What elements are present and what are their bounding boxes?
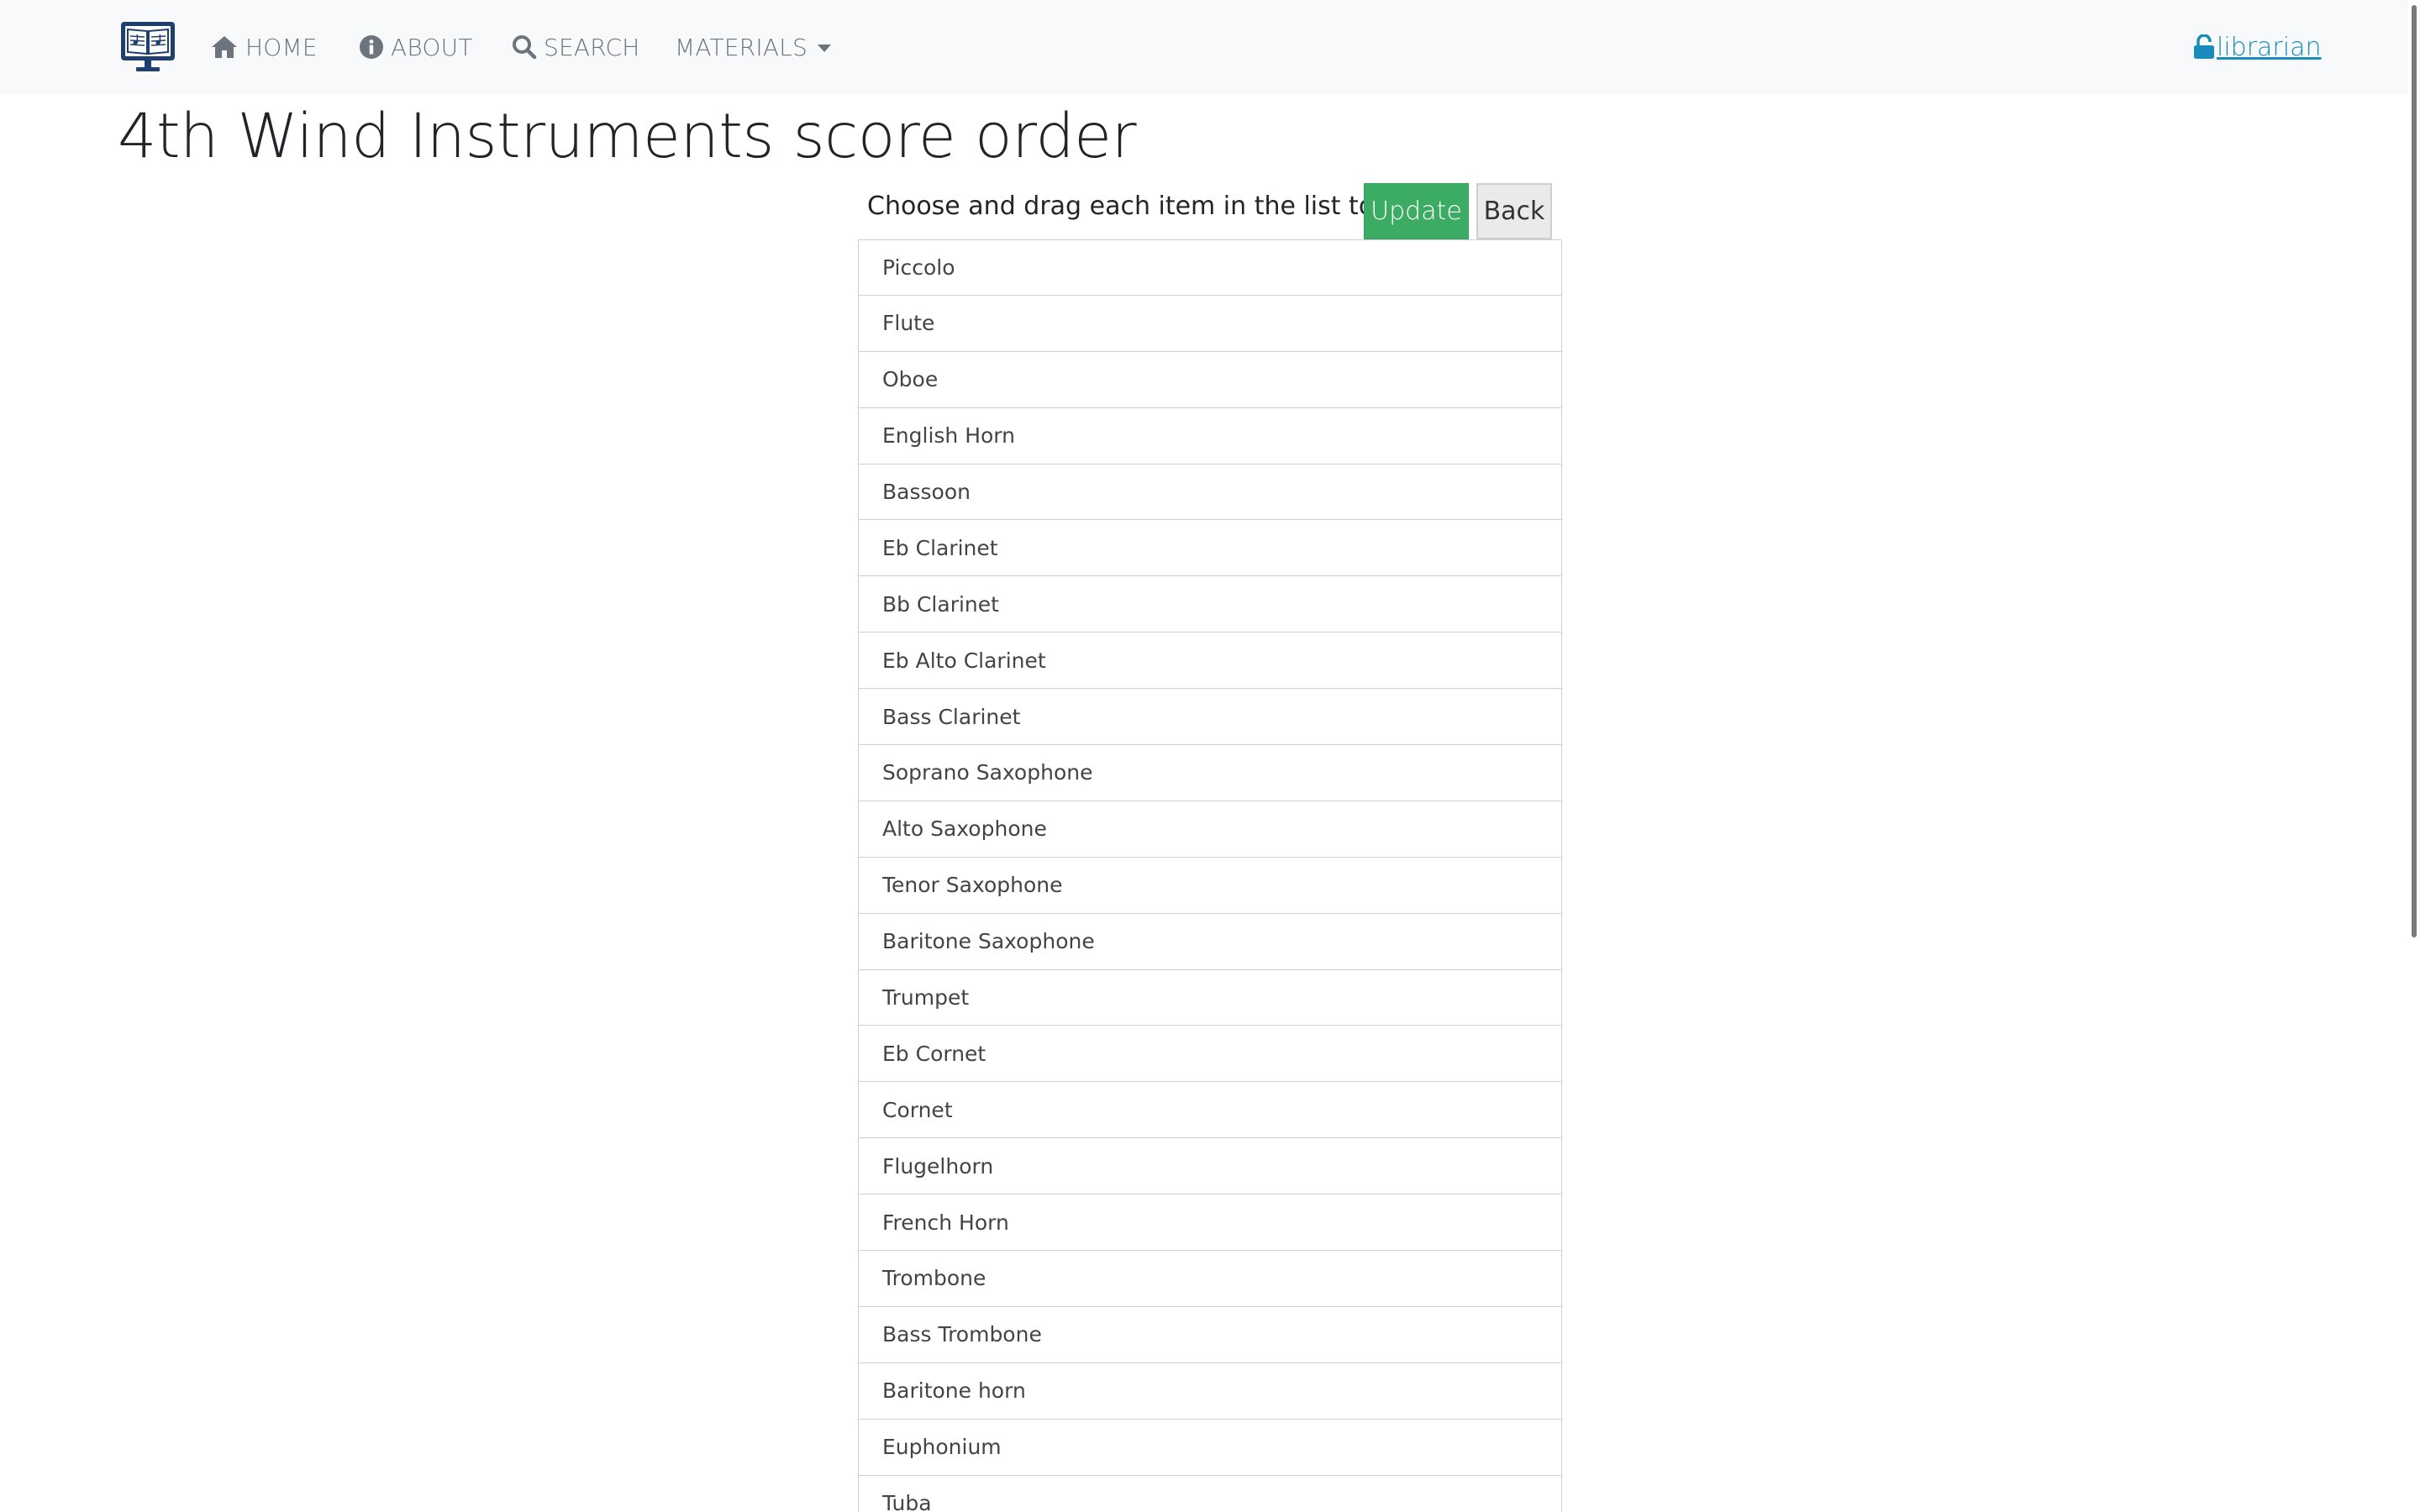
- sortable-list-item[interactable]: Eb Alto Clarinet: [858, 633, 1562, 690]
- sortable-list-item[interactable]: Soprano Saxophone: [858, 745, 1562, 801]
- user-name: librarian: [2217, 32, 2322, 62]
- nav-home-link[interactable]: HOME: [210, 30, 318, 64]
- nav-home-label: HOME: [245, 33, 318, 61]
- sortable-list-item[interactable]: Piccolo: [858, 239, 1562, 296]
- sortable-list-item[interactable]: Trumpet: [858, 969, 1562, 1026]
- sortable-list-item[interactable]: Baritone Saxophone: [858, 913, 1562, 970]
- sortable-list-item[interactable]: Oboe: [858, 351, 1562, 408]
- sortable-list-item[interactable]: Eb Clarinet: [858, 520, 1562, 577]
- unlock-icon: [2194, 34, 2214, 59]
- sortable-list-item[interactable]: Trombone: [858, 1251, 1562, 1307]
- sortable-list-item[interactable]: English Horn: [858, 407, 1562, 465]
- page-title: 4th Wind Instruments score order: [118, 101, 1137, 172]
- nav-materials-dropdown[interactable]: MATERIALS: [675, 30, 831, 64]
- nav-search-label: SEARCH: [544, 33, 640, 61]
- nav-search-link[interactable]: SEARCH: [512, 30, 640, 64]
- info-circle-icon: [360, 35, 383, 59]
- sortable-list-item[interactable]: Flugelhorn: [858, 1138, 1562, 1195]
- sortable-list-item[interactable]: Bass Clarinet: [858, 689, 1562, 746]
- nav-materials-label: MATERIALS: [675, 33, 808, 61]
- back-button[interactable]: Back: [1476, 183, 1552, 239]
- sortable-list-item[interactable]: Euphonium: [858, 1419, 1562, 1476]
- top-navbar: HOME ABOUT SEARCH MATERIALS librarian: [0, 0, 2408, 94]
- sortable-list-item[interactable]: Bass Trombone: [858, 1306, 1562, 1363]
- nav-about-label: ABOUT: [391, 33, 473, 61]
- sortable-list-item[interactable]: Bassoon: [858, 464, 1562, 521]
- sortable-list-item[interactable]: Tenor Saxophone: [858, 857, 1562, 914]
- nav-about-link[interactable]: ABOUT: [359, 30, 473, 64]
- sortable-list-item[interactable]: French Horn: [858, 1194, 1562, 1252]
- sortable-list-item[interactable]: Eb Cornet: [858, 1026, 1562, 1083]
- sortable-list-item[interactable]: Alto Saxophone: [858, 801, 1562, 858]
- brand-logo-icon[interactable]: [119, 20, 176, 74]
- update-button[interactable]: Update: [1364, 183, 1469, 239]
- user-account-link[interactable]: librarian: [2193, 30, 2322, 64]
- sort-instructions: Choose and drag each item in the list to…: [867, 192, 1439, 221]
- sortable-list-item[interactable]: Baritone horn: [858, 1362, 1562, 1420]
- page-scrollbar[interactable]: [2408, 0, 2420, 1512]
- sortable-list-item[interactable]: Flute: [858, 295, 1562, 352]
- caret-down-icon: [817, 44, 831, 52]
- home-icon: [212, 36, 237, 58]
- search-icon: [513, 35, 537, 60]
- sortable-list-item[interactable]: Cornet: [858, 1082, 1562, 1139]
- sortable-instrument-list: Piccolo Flute Oboe English Horn Bassoon …: [858, 239, 1562, 1512]
- sortable-list-item[interactable]: Bb Clarinet: [858, 576, 1562, 633]
- sortable-list-item[interactable]: Tuba: [858, 1475, 1562, 1512]
- scrollbar-thumb[interactable]: [2412, 5, 2417, 937]
